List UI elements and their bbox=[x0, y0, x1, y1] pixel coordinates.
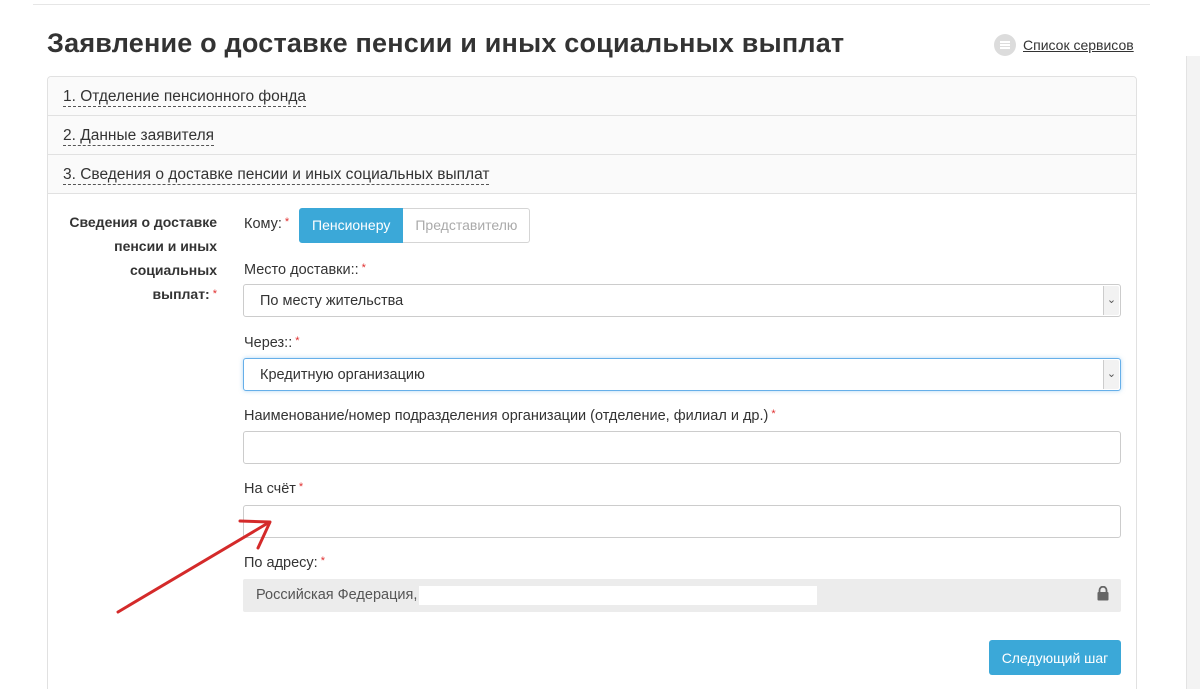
page-title: Заявление о доставке пенсии и иных социа… bbox=[47, 28, 845, 58]
required-mark: * bbox=[295, 335, 300, 347]
delivery-place-value: По месту жительства bbox=[260, 293, 404, 309]
recipient-label-text: Кому: bbox=[244, 216, 282, 232]
recipient-representative-button[interactable]: Представителю bbox=[403, 208, 531, 243]
required-mark: * bbox=[361, 262, 366, 274]
required-mark: * bbox=[298, 481, 304, 493]
address-label: По адресу: * bbox=[244, 555, 325, 571]
step-2-link[interactable]: 2. Данные заявителя bbox=[63, 127, 215, 146]
recipient-pensioner-button[interactable]: Пенсионеру bbox=[299, 208, 404, 243]
next-step-button[interactable]: Следующий шаг bbox=[989, 640, 1121, 675]
list-icon bbox=[994, 34, 1016, 56]
step-3-link[interactable]: 3. Сведения о доставке пенсии и иных соц… bbox=[63, 166, 490, 185]
address-label-text: По адресу: bbox=[244, 555, 318, 571]
branch-input[interactable] bbox=[243, 431, 1121, 464]
required-mark: * bbox=[212, 288, 217, 300]
chevron-down-icon[interactable]: ⌄ bbox=[1103, 360, 1119, 389]
step-1-row[interactable]: 1. Отделение пенсионного фонда bbox=[48, 77, 1136, 116]
account-label-text: На счёт bbox=[244, 481, 296, 497]
address-value: Российская Федерация, bbox=[256, 587, 418, 603]
branch-label-text: Наименование/номер подразделения организ… bbox=[244, 408, 769, 424]
required-mark: * bbox=[284, 216, 290, 228]
lock-icon bbox=[1097, 586, 1109, 601]
required-mark: * bbox=[320, 555, 325, 567]
services-list-link[interactable]: Список сервисов bbox=[994, 34, 1134, 56]
account-input[interactable] bbox=[243, 505, 1121, 538]
delivery-place-select[interactable]: По месту жительства ⌄ bbox=[243, 284, 1121, 317]
step-2-row[interactable]: 2. Данные заявителя bbox=[48, 116, 1136, 155]
recipient-toggle: Пенсионеру Представителю bbox=[299, 208, 531, 243]
via-label-text: Через:: bbox=[244, 335, 293, 351]
via-select[interactable]: Кредитную организацию ⌄ bbox=[243, 358, 1121, 391]
via-value: Кредитную организацию bbox=[260, 367, 425, 383]
services-list-label[interactable]: Список сервисов bbox=[1023, 37, 1134, 53]
delivery-place-label-text: Место доставки:: bbox=[244, 262, 359, 278]
via-label: Через:: * bbox=[244, 335, 300, 351]
step-1-link[interactable]: 1. Отделение пенсионного фонда bbox=[63, 88, 307, 107]
step-3-row[interactable]: 3. Сведения о доставке пенсии и иных соц… bbox=[48, 155, 1136, 194]
delivery-place-label: Место доставки:: * bbox=[244, 262, 366, 278]
section-label-text: Сведения о доставке пенсии и иных социал… bbox=[69, 214, 217, 302]
section-label: Сведения о доставке пенсии и иных социал… bbox=[62, 210, 217, 306]
required-mark: * bbox=[771, 408, 776, 420]
scrollbar[interactable] bbox=[1186, 56, 1200, 689]
branch-label: Наименование/номер подразделения организ… bbox=[244, 408, 776, 424]
recipient-label: Кому: * bbox=[244, 216, 289, 232]
account-label: На счёт * bbox=[244, 481, 303, 497]
redacted-area bbox=[419, 586, 817, 605]
top-divider bbox=[33, 4, 1150, 5]
chevron-down-icon[interactable]: ⌄ bbox=[1103, 286, 1119, 315]
